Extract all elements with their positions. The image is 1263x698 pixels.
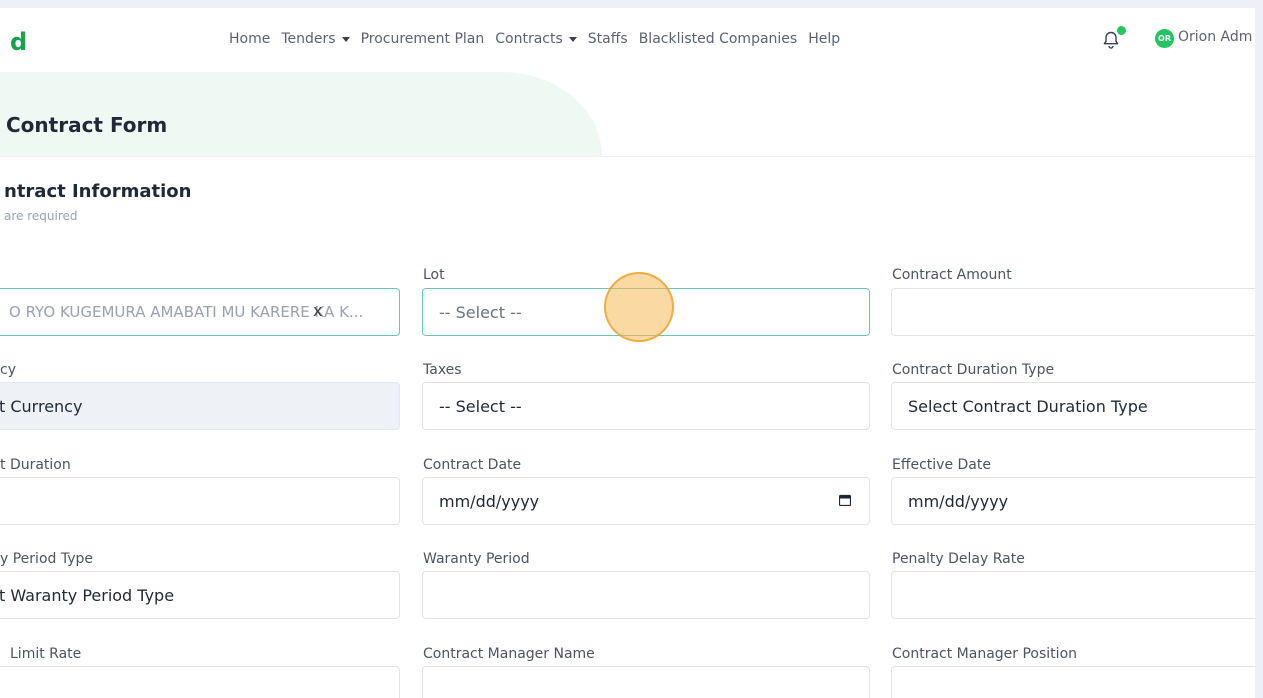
contract-manager-name-label: Contract Manager Name: [423, 646, 595, 662]
nav-home-label: Home: [229, 31, 271, 47]
logo[interactable]: d: [10, 28, 27, 56]
nav-blacklisted-companies-label: Blacklisted Companies: [638, 31, 798, 47]
nav-contracts-label: Contracts: [495, 31, 563, 47]
penalty-delay-rate-input[interactable]: [891, 571, 1255, 619]
contract-duration-type-value: Select Contract Duration Type: [908, 396, 1148, 416]
effective-date-label: Effective Date: [892, 457, 991, 473]
page: d Home Tenders Procurement Plan Contract…: [0, 8, 1255, 698]
lot-placeholder: -- Select --: [439, 302, 522, 322]
nav-procurement-plan[interactable]: Procurement Plan: [361, 31, 485, 47]
contract-amount-input[interactable]: [891, 288, 1255, 336]
warranty-period-type-value: t Waranty Period Type: [0, 585, 175, 605]
nav-blacklisted-companies[interactable]: Blacklisted Companies: [639, 31, 798, 47]
page-title: Contract Form: [6, 113, 168, 137]
tender-select[interactable]: O RYO KUGEMURA AMABATI MU KARERE KA K...…: [0, 288, 400, 336]
contract-duration-input[interactable]: [0, 477, 400, 525]
limit-rate-input[interactable]: [0, 666, 400, 698]
user-name[interactable]: Orion Adm: [1178, 29, 1252, 45]
page-header: Contract Form: [0, 72, 1255, 157]
main-nav: Home Tenders Procurement Plan Contracts …: [229, 31, 851, 47]
contract-duration-type-select[interactable]: Select Contract Duration Type: [891, 382, 1255, 430]
nav-home[interactable]: Home: [229, 31, 270, 47]
nav-staffs-label: Staffs: [587, 31, 628, 47]
contract-date-value: mm/dd/yyyy: [439, 491, 540, 511]
section-subtitle: are required: [4, 209, 78, 223]
contract-duration-type-label: Contract Duration Type: [892, 362, 1055, 378]
currency-label: cy: [0, 362, 16, 378]
clear-icon[interactable]: x: [313, 301, 322, 320]
nav-help-label: Help: [808, 31, 841, 47]
taxes-value: -- Select --: [439, 396, 522, 416]
nav-tenders[interactable]: Tenders: [281, 31, 350, 47]
taxes-label: Taxes: [423, 362, 462, 378]
calendar-icon[interactable]: [839, 494, 851, 506]
top-navbar: d Home Tenders Procurement Plan Contract…: [0, 8, 1255, 72]
contract-date-label: Contract Date: [423, 457, 522, 473]
click-indicator: [604, 272, 674, 342]
effective-date-value: mm/dd/yyyy: [908, 491, 1009, 511]
warranty-period-input[interactable]: [422, 571, 870, 619]
contract-manager-position-input[interactable]: [891, 666, 1255, 698]
limit-rate-label: Limit Rate: [10, 646, 82, 662]
effective-date-input[interactable]: mm/dd/yyyy: [891, 477, 1255, 525]
contract-manager-name-input[interactable]: [422, 666, 870, 698]
warranty-period-label: Waranty Period: [423, 551, 530, 567]
nav-tenders-label: Tenders: [281, 31, 336, 47]
currency-value: t Currency: [0, 396, 83, 416]
section-title: ntract Information: [4, 181, 192, 202]
nav-help[interactable]: Help: [808, 31, 840, 47]
lot-label: Lot: [423, 267, 445, 283]
nav-contracts[interactable]: Contracts: [495, 31, 577, 47]
penalty-delay-rate-label: Penalty Delay Rate: [892, 551, 1025, 567]
notification-dot: [1117, 26, 1126, 35]
nav-staffs[interactable]: Staffs: [588, 31, 628, 47]
avatar[interactable]: OR: [1155, 29, 1174, 48]
warranty-period-type-label: y Period Type: [0, 551, 93, 567]
taxes-select[interactable]: -- Select --: [422, 382, 870, 430]
caret-down-icon: [568, 36, 577, 42]
currency-select[interactable]: t Currency: [0, 382, 400, 430]
tender-value: O RYO KUGEMURA AMABATI MU KARERE KA K...: [9, 303, 364, 321]
contract-date-input[interactable]: mm/dd/yyyy: [422, 477, 870, 525]
contract-amount-label: Contract Amount: [892, 267, 1012, 283]
contract-duration-label: t Duration: [0, 457, 71, 473]
warranty-period-type-select[interactable]: t Waranty Period Type: [0, 571, 400, 619]
contract-manager-position-label: Contract Manager Position: [892, 646, 1078, 662]
caret-down-icon: [341, 36, 350, 42]
nav-procurement-plan-label: Procurement Plan: [360, 31, 485, 47]
